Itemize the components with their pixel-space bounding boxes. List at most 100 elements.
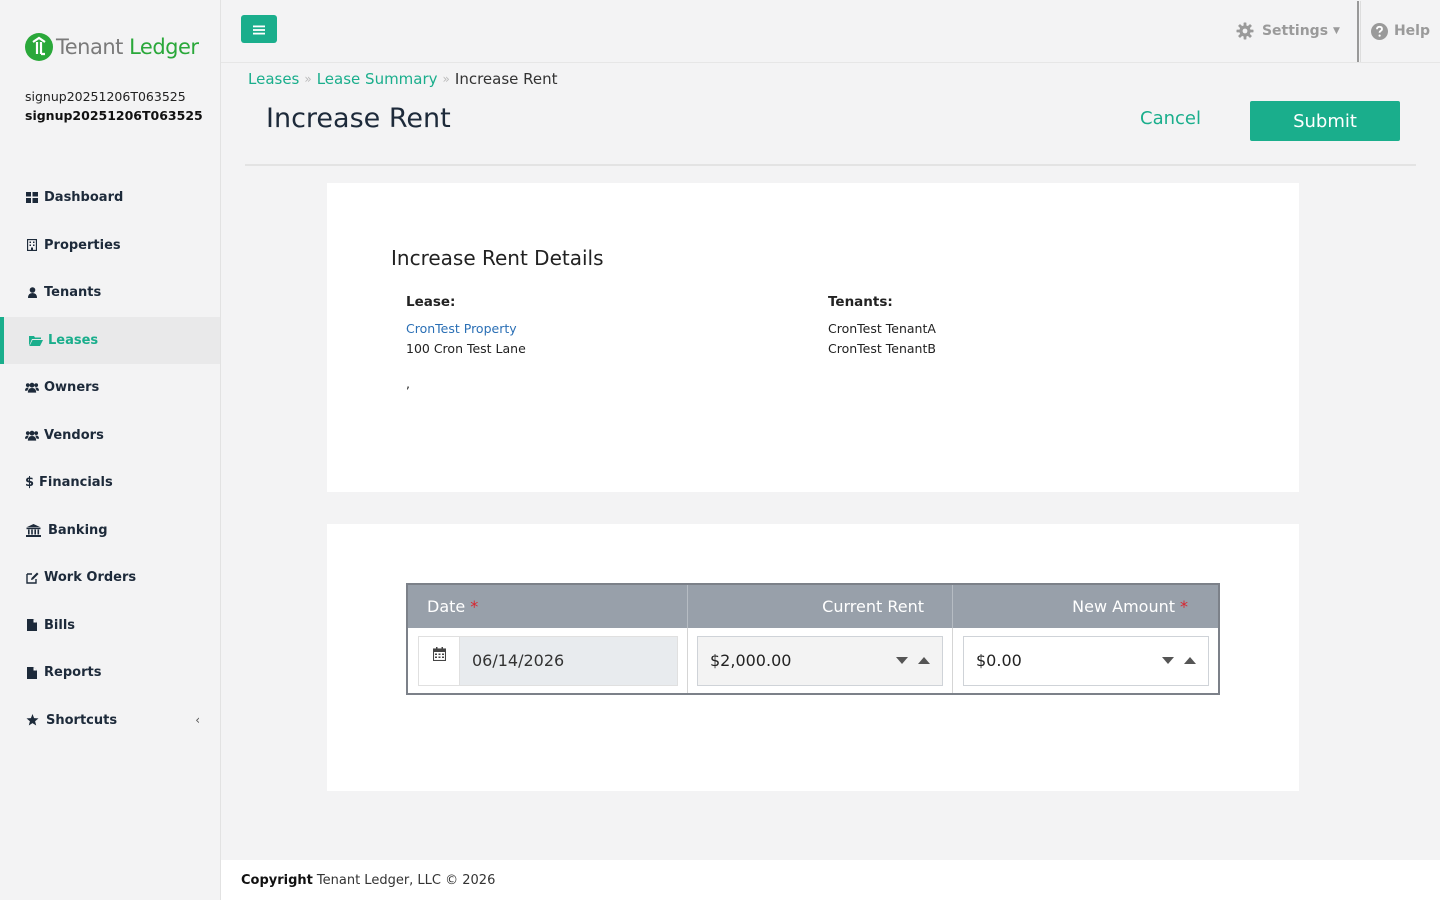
copyright-label: Copyright	[241, 872, 313, 888]
new-amount-cell: $0.00	[953, 628, 1218, 693]
new-amount-value: $0.00	[976, 651, 1022, 670]
sidebar-item-label: Reports	[44, 665, 102, 681]
menu-toggle-button[interactable]	[241, 15, 277, 43]
logo-text-part2: Ledger	[129, 35, 199, 59]
dollar-icon: $	[24, 475, 35, 491]
sidebar-item-label: Financials	[39, 475, 113, 491]
file-icon	[25, 618, 39, 632]
topbar-right: Settings ▼ Help	[1236, 0, 1440, 62]
breadcrumb-current: Increase Rent	[454, 70, 558, 88]
sidebar-item-vendors[interactable]: Vendors	[0, 412, 220, 460]
page-title: Increase Rent	[266, 103, 451, 134]
table-header: Date * Current Rent New Amount *	[408, 585, 1218, 628]
required-mark: *	[470, 597, 479, 616]
help-link[interactable]: Help	[1370, 22, 1430, 40]
sidebar-item-label: Vendors	[44, 427, 104, 443]
question-circle-icon	[1370, 22, 1388, 40]
lease-property-link[interactable]: CronTest Property	[406, 321, 517, 336]
sidebar-item-tenants[interactable]: Tenants	[0, 269, 220, 317]
submit-button[interactable]: Submit	[1250, 101, 1400, 141]
bank-icon	[25, 523, 41, 537]
date-input[interactable]	[460, 636, 677, 685]
sidebar-item-label: Leases	[48, 332, 99, 348]
topbar-divider-line	[221, 62, 1440, 63]
sidebar-item-work-orders[interactable]: Work Orders	[0, 554, 220, 602]
logo-text-part1: Tenant	[56, 35, 123, 59]
sidebar-item-shortcuts[interactable]: Shortcuts ‹	[0, 697, 220, 745]
sidebar-item-properties[interactable]: Properties	[0, 222, 220, 270]
breadcrumb-lease-summary[interactable]: Lease Summary	[317, 70, 438, 88]
spinner	[1162, 657, 1196, 664]
logo-text: Tenant Ledger	[56, 35, 199, 59]
lease-city-line: ,	[406, 376, 410, 391]
header-date: Date *	[408, 585, 688, 628]
sidebar-item-dashboard[interactable]: Dashboard	[0, 174, 220, 222]
calendar-button[interactable]	[419, 636, 460, 685]
tenant-name: CronTest TenantA	[828, 321, 936, 336]
increment-arrow-icon[interactable]	[1184, 657, 1196, 664]
sidebar-item-financials[interactable]: $ Financials	[0, 459, 220, 507]
settings-dropdown[interactable]: Settings ▼	[1236, 22, 1340, 40]
lease-label: Lease:	[406, 294, 456, 310]
decrement-arrow-icon[interactable]	[1162, 657, 1174, 664]
breadcrumb-separator-icon: »	[442, 72, 450, 86]
header-date-label: Date	[427, 597, 466, 616]
header-new-amount: New Amount *	[953, 585, 1218, 628]
rent-table: Date * Current Rent New Amount * 06/14/2…	[406, 583, 1220, 695]
dashboard-icon	[25, 191, 39, 205]
help-label: Help	[1393, 23, 1430, 39]
section-title: Increase Rent Details	[391, 246, 604, 270]
calendar-icon	[432, 646, 446, 665]
file-icon	[25, 666, 39, 680]
table-row: $2,000.00 $0.00	[408, 628, 1218, 693]
details-card: Increase Rent Details Lease: CronTest Pr…	[327, 183, 1299, 492]
sidebar-item-label: Properties	[44, 237, 121, 253]
header-divider	[245, 164, 1416, 166]
sidebar-item-bills[interactable]: Bills	[0, 602, 220, 650]
sidebar-nav: Dashboard Properties Tenants Leases Owne…	[0, 174, 220, 744]
tenant-name: CronTest TenantB	[828, 341, 936, 356]
chevron-left-icon[interactable]: ‹	[195, 713, 200, 727]
sidebar-item-label: Shortcuts	[46, 712, 118, 728]
edit-icon	[25, 571, 39, 585]
required-mark: *	[1180, 597, 1188, 616]
sidebar-item-reports[interactable]: Reports	[0, 649, 220, 697]
copyright-text: Tenant Ledger, LLC © 2026	[316, 872, 496, 888]
sidebar-item-banking[interactable]: Banking	[0, 507, 220, 555]
star-icon	[25, 713, 39, 727]
decrement-arrow-icon[interactable]	[896, 657, 908, 664]
folder-open-icon	[29, 333, 43, 347]
sidebar-item-label: Bills	[44, 617, 76, 633]
rent-form-card: Date * Current Rent New Amount * 06/14/2…	[327, 524, 1299, 791]
sidebar-item-owners[interactable]: Owners	[0, 364, 220, 412]
users-icon	[25, 428, 39, 442]
users-icon	[25, 381, 39, 395]
tenants-label: Tenants:	[828, 294, 893, 310]
user-account: signup20251206T063525	[25, 108, 203, 123]
breadcrumb-leases[interactable]: Leases	[248, 70, 299, 88]
date-cell	[408, 628, 688, 693]
caret-down-icon: ▼	[1333, 26, 1340, 36]
gear-icon	[1236, 22, 1254, 40]
cancel-button[interactable]: Cancel	[1140, 108, 1201, 129]
app-logo[interactable]: Tenant Ledger	[25, 33, 199, 61]
header-current-rent: Current Rent	[688, 585, 953, 628]
sidebar-item-leases[interactable]: Leases	[0, 316, 220, 364]
current-rent-cell: $2,000.00	[688, 628, 953, 693]
sidebar-item-label: Work Orders	[44, 570, 137, 586]
new-amount-field[interactable]: $0.00	[963, 635, 1209, 686]
breadcrumb: Leases » Lease Summary » Increase Rent	[248, 70, 558, 88]
current-rent-field[interactable]: $2,000.00	[697, 635, 943, 686]
date-picker	[418, 635, 678, 686]
sidebar-item-label: Owners	[44, 380, 100, 396]
breadcrumb-separator-icon: »	[304, 72, 312, 86]
increment-arrow-icon[interactable]	[918, 657, 930, 664]
logo-icon	[25, 33, 53, 61]
footer: Copyright Tenant Ledger, LLC © 2026	[221, 860, 1440, 900]
current-rent-value: $2,000.00	[710, 651, 792, 670]
lease-address: 100 Cron Test Lane	[406, 341, 526, 356]
user-icon	[25, 286, 39, 300]
hamburger-icon	[253, 20, 265, 39]
sidebar: Tenant Ledger signup20251206T063525 sign…	[0, 0, 221, 900]
spinner	[896, 657, 930, 664]
